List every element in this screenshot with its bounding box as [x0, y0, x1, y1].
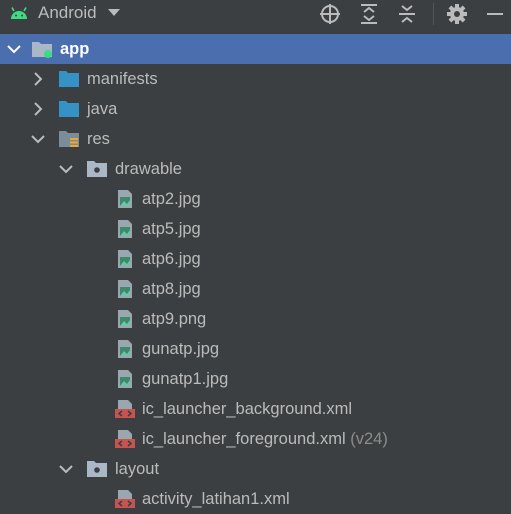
tree-node-drawable[interactable]: drawable [0, 154, 511, 184]
xml-file-icon [115, 400, 135, 418]
tree-file-image[interactable]: atp8.jpg [0, 274, 511, 304]
project-tree: app manifests java res drawable atp2.jpg… [0, 33, 511, 513]
chevron-down-icon[interactable] [31, 132, 45, 146]
tree-label-file: atp9.png [142, 310, 207, 328]
collapse-all-icon[interactable] [395, 2, 419, 26]
image-file-icon [118, 190, 132, 208]
tree-label-file: ic_launcher_foreground.xml (v24) [142, 424, 388, 454]
chevron-right-icon[interactable] [31, 72, 45, 86]
folder-icon [59, 71, 79, 87]
xml-file-icon [115, 490, 135, 508]
hide-minus-icon[interactable] [483, 2, 507, 26]
tree-node-java[interactable]: java [0, 94, 511, 124]
tree-label-file: gunatp1.jpg [142, 370, 229, 388]
view-mode-dropdown[interactable]: Android [9, 0, 120, 26]
tree-label-file: ic_launcher_background.xml [142, 400, 353, 418]
chevron-right-icon[interactable] [31, 102, 45, 116]
expand-all-icon[interactable] [357, 2, 381, 26]
tree-node-res[interactable]: res [0, 124, 511, 154]
image-file-icon [118, 340, 132, 358]
tree-file-image[interactable]: atp5.jpg [0, 214, 511, 244]
tree-file-image[interactable]: atp2.jpg [0, 184, 511, 214]
chevron-down-icon[interactable] [59, 162, 73, 176]
tree-label-manifests: manifests [87, 70, 158, 88]
tree-label-file: atp6.jpg [142, 250, 201, 268]
tree-file-image[interactable]: gunatp.jpg [0, 334, 511, 364]
tree-label-app: app [60, 40, 90, 58]
tree-label-java: java [87, 100, 118, 118]
tree-label-res: res [87, 130, 110, 148]
locate-icon[interactable] [318, 2, 342, 26]
tree-label-file: atp2.jpg [142, 190, 201, 208]
folder-icon [59, 101, 79, 117]
module-folder-icon [32, 42, 52, 58]
tree-file-image[interactable]: gunatp1.jpg [0, 364, 511, 394]
tree-file-image[interactable]: atp6.jpg [0, 244, 511, 274]
tree-file-xml[interactable]: ic_launcher_foreground.xml (v24) [0, 424, 511, 454]
image-file-icon [118, 370, 132, 388]
view-mode-label: Android [38, 3, 97, 22]
tree-node-manifests[interactable]: manifests [0, 64, 511, 94]
tree-file-xml[interactable]: activity_latihan1.xml [0, 484, 511, 514]
android-icon [11, 7, 27, 19]
tree-label-file: activity_latihan1.xml [142, 490, 290, 508]
image-file-icon [118, 280, 132, 298]
image-file-icon [118, 220, 132, 238]
toolbar-divider [433, 3, 434, 25]
xml-file-icon [115, 430, 135, 448]
resource-folder-icon [59, 131, 79, 147]
dropdown-caret-icon [107, 9, 120, 16]
folder-icon [87, 461, 107, 477]
tree-label-file: atp5.jpg [142, 220, 201, 238]
tree-label-file: gunatp.jpg [142, 340, 220, 358]
folder-icon [87, 161, 107, 177]
tree-node-app[interactable]: app [0, 34, 511, 64]
tree-label-layout: layout [115, 460, 160, 478]
image-file-icon [118, 250, 132, 268]
chevron-down-icon[interactable] [59, 462, 73, 476]
version-qualifier: (v24) [350, 430, 388, 448]
settings-gear-icon[interactable] [445, 2, 469, 26]
tree-label-drawable: drawable [115, 160, 182, 178]
file-name: ic_launcher_foreground.xml [142, 430, 346, 448]
project-toolbar: Android [0, 0, 511, 30]
tree-file-xml[interactable]: ic_launcher_background.xml [0, 394, 511, 424]
image-file-icon [118, 310, 132, 328]
tree-node-layout[interactable]: layout [0, 454, 511, 484]
chevron-down-icon[interactable] [7, 42, 21, 56]
tree-file-image[interactable]: atp9.png [0, 304, 511, 334]
tree-label-file: atp8.jpg [142, 280, 201, 298]
